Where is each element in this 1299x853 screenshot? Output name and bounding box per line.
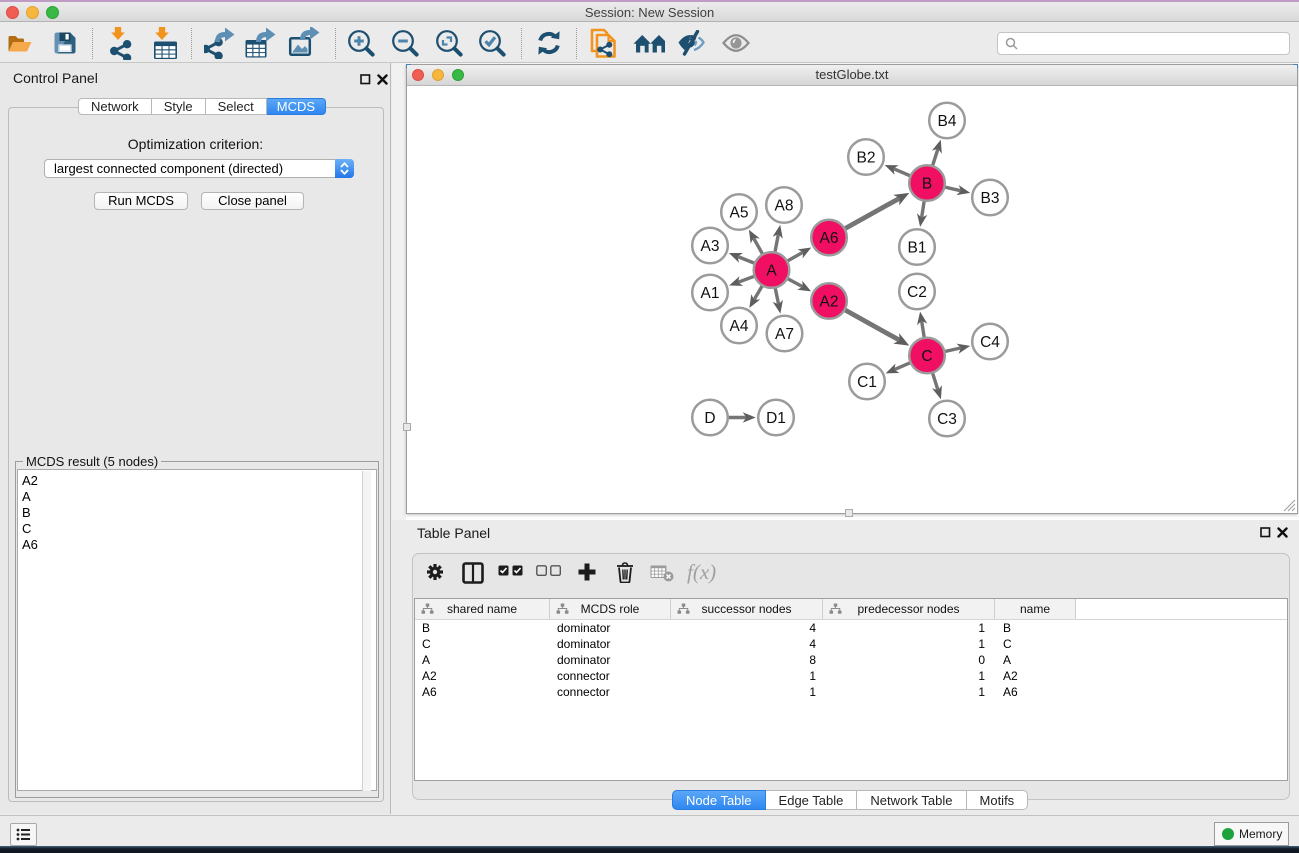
svg-text:A2: A2: [820, 294, 839, 311]
svg-text:C4: C4: [980, 334, 1000, 351]
svg-text:C3: C3: [937, 411, 957, 428]
svg-text:A1: A1: [701, 285, 720, 302]
svg-text:D1: D1: [766, 410, 786, 427]
svg-text:A: A: [766, 263, 777, 280]
svg-text:A6: A6: [820, 230, 839, 247]
svg-text:B3: B3: [981, 190, 1000, 207]
svg-text:A5: A5: [730, 205, 749, 222]
svg-text:A7: A7: [775, 326, 794, 343]
svg-text:A3: A3: [701, 238, 720, 255]
svg-text:A8: A8: [775, 198, 794, 215]
svg-text:C: C: [921, 348, 932, 365]
svg-text:B1: B1: [908, 240, 927, 257]
svg-text:A4: A4: [730, 318, 749, 335]
svg-text:C2: C2: [907, 284, 927, 301]
svg-text:D: D: [704, 410, 715, 427]
svg-text:C1: C1: [857, 374, 877, 391]
svg-text:B4: B4: [938, 113, 957, 130]
svg-text:B2: B2: [857, 150, 876, 167]
svg-text:B: B: [922, 176, 932, 193]
